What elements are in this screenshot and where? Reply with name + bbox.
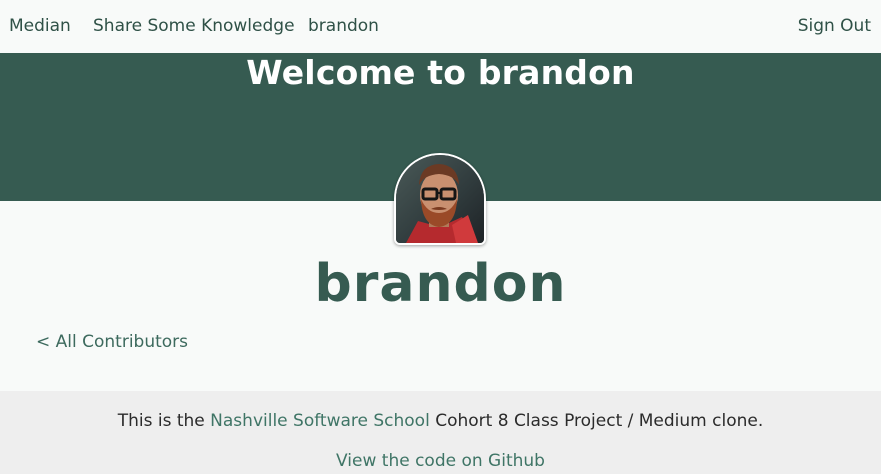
- nashville-software-school-link[interactable]: Nashville Software School: [210, 411, 430, 431]
- footer: This is the Nashville Software School Co…: [0, 391, 881, 474]
- github-link[interactable]: View the code on Github: [336, 451, 545, 471]
- top-navbar: Median Share Some Knowledge brandon Sign…: [0, 0, 881, 53]
- avatar-photo: [396, 155, 484, 243]
- sign-out-link[interactable]: Sign Out: [798, 15, 871, 37]
- footer-github: View the code on Github: [0, 450, 881, 472]
- avatar: [394, 153, 486, 245]
- page-title: Welcome to brandon: [246, 53, 635, 92]
- nav-user-link[interactable]: brandon: [308, 15, 379, 37]
- profile-name: brandon: [314, 254, 567, 314]
- nav-brand-link[interactable]: Median: [9, 15, 71, 37]
- footer-suffix: Cohort 8 Class Project / Medium clone.: [429, 411, 764, 431]
- nav-share-knowledge-link[interactable]: Share Some Knowledge: [93, 15, 295, 37]
- all-contributors-link[interactable]: < All Contributors: [36, 331, 188, 353]
- footer-credit: This is the Nashville Software School Co…: [0, 410, 881, 432]
- footer-prefix: This is the: [117, 411, 211, 431]
